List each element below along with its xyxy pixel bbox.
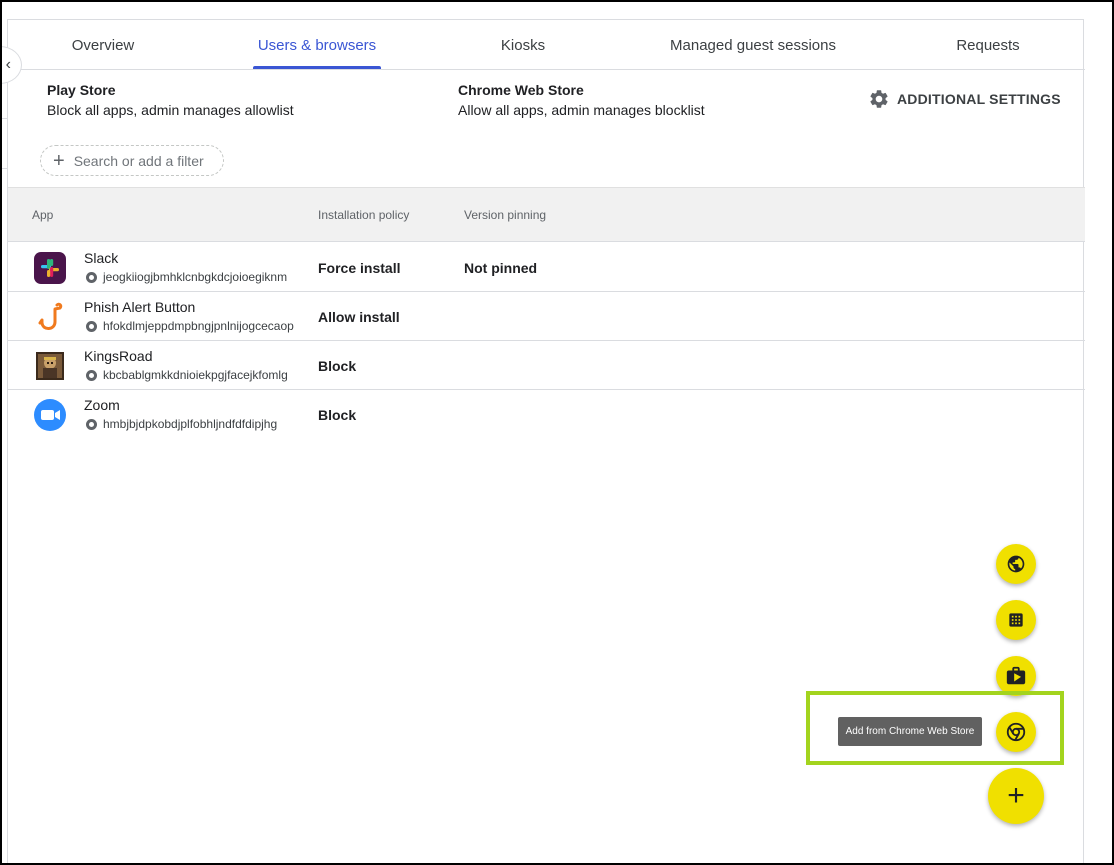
app-name[interactable]: KingsRoad bbox=[84, 348, 153, 364]
tab-managed-guest-sessions[interactable]: Managed guest sessions bbox=[658, 20, 848, 70]
chrome-icon bbox=[86, 418, 97, 430]
chevron-left-icon: ‹ bbox=[5, 56, 11, 73]
additional-settings-button[interactable]: ADDITIONAL SETTINGS bbox=[868, 88, 1061, 110]
app-id: hmbjbjdpkobdjplfobhljndfdfdipjhg bbox=[86, 417, 277, 431]
table-row[interactable]: Slack jeogkiiogjbmhklcnbgkdcjoioegiknm F… bbox=[8, 243, 1085, 292]
app-id-text: hfokdlmjeppdmpbngjpnlnijogcecaop bbox=[103, 319, 294, 333]
app-id: kbcbablgmkkdnioiekpgjfacejkfomlg bbox=[86, 368, 288, 382]
installation-policy: Block bbox=[318, 407, 357, 423]
divider bbox=[0, 118, 7, 119]
app-id-text: kbcbablgmkkdnioiekpgjfacejkfomlg bbox=[103, 368, 288, 382]
play-store-policy: Play Store Block all apps, admin manages… bbox=[47, 80, 294, 120]
search-filter-placeholder: Search or add a filter bbox=[73, 152, 204, 169]
plus-icon: + bbox=[1007, 779, 1025, 812]
play-store-icon bbox=[1006, 666, 1026, 685]
tab-label: Managed guest sessions bbox=[670, 36, 836, 54]
policy-title: Chrome Web Store bbox=[458, 82, 584, 98]
installation-policy: Block bbox=[318, 358, 357, 374]
additional-settings-label: ADDITIONAL SETTINGS bbox=[897, 91, 1061, 107]
tab-label: Overview bbox=[71, 36, 135, 54]
slack-icon bbox=[34, 252, 66, 284]
tab-overview[interactable]: Overview bbox=[38, 20, 168, 70]
installation-policy: Force install bbox=[318, 260, 401, 276]
app-id: hfokdlmjeppdmpbngjpnlnijogcecaop bbox=[86, 319, 294, 333]
chrome-icon bbox=[86, 369, 97, 381]
add-by-url-button[interactable] bbox=[996, 544, 1036, 584]
app-id-text: jeogkiiogjbmhklcnbgkdcjoioegiknm bbox=[103, 270, 288, 284]
chrome-icon bbox=[86, 271, 97, 283]
zoom-icon bbox=[34, 399, 66, 431]
chrome-icon bbox=[1006, 722, 1026, 742]
tab-kiosks[interactable]: Kiosks bbox=[478, 20, 568, 70]
fishhook-icon bbox=[38, 302, 63, 330]
tab-requests[interactable]: Requests bbox=[938, 20, 1038, 70]
add-android-app-button[interactable] bbox=[996, 600, 1036, 640]
column-header-app[interactable]: App bbox=[32, 208, 53, 222]
app-name[interactable]: Zoom bbox=[84, 397, 120, 413]
search-filter-chip[interactable]: + Search or add a filter bbox=[40, 145, 224, 176]
chrome-icon bbox=[86, 320, 97, 332]
app-name[interactable]: Phish Alert Button bbox=[84, 299, 195, 315]
plus-icon: + bbox=[53, 149, 65, 172]
table-row[interactable]: Phish Alert Button hfokdlmjeppdmpbngjpnl… bbox=[8, 292, 1085, 341]
table-row[interactable]: Zoom hmbjbjdpkobdjplfobhljndfdfdipjhg Bl… bbox=[8, 390, 1085, 439]
tab-users-browsers[interactable]: Users & browsers bbox=[253, 20, 381, 70]
table-header: App Installation policy Version pinning bbox=[8, 187, 1085, 242]
globe-icon bbox=[1007, 555, 1025, 573]
add-from-play-store-button[interactable] bbox=[996, 656, 1036, 696]
chrome-web-store-policy: Chrome Web Store Allow all apps, admin m… bbox=[458, 80, 705, 120]
column-header-version-pinning[interactable]: Version pinning bbox=[464, 208, 546, 222]
app-id-text: hmbjbjdpkobdjplfobhljndfdfdipjhg bbox=[103, 417, 278, 431]
tab-label: Kiosks bbox=[500, 36, 546, 54]
app-name[interactable]: Slack bbox=[84, 250, 118, 266]
column-header-installation-policy[interactable]: Installation policy bbox=[318, 208, 409, 222]
policy-value: Block all apps, admin manages allowlist bbox=[47, 102, 294, 118]
tab-bar: Overview Users & browsers Kiosks Managed… bbox=[8, 20, 1085, 70]
tab-label: Requests bbox=[956, 36, 1020, 54]
kingsroad-icon bbox=[36, 352, 64, 380]
grid-icon bbox=[1009, 613, 1023, 627]
version-pinning: Not pinned bbox=[464, 260, 538, 276]
policy-title: Play Store bbox=[47, 82, 116, 98]
add-app-fab[interactable]: + bbox=[988, 768, 1044, 824]
tab-label: Users & browsers bbox=[257, 36, 377, 54]
gear-icon bbox=[870, 90, 888, 108]
policy-value: Allow all apps, admin manages blocklist bbox=[458, 102, 705, 118]
divider bbox=[0, 168, 7, 169]
app-id: jeogkiiogjbmhklcnbgkdcjoioegiknm bbox=[86, 270, 287, 284]
installation-policy: Allow install bbox=[318, 309, 400, 325]
chrome-web-store-tooltip: Add from Chrome Web Store bbox=[838, 717, 982, 746]
table-row[interactable]: KingsRoad kbcbablgmkkdnioiekpgjfacejkfom… bbox=[8, 341, 1085, 390]
active-tab-indicator bbox=[253, 66, 381, 69]
add-from-chrome-web-store-button[interactable] bbox=[996, 712, 1036, 752]
